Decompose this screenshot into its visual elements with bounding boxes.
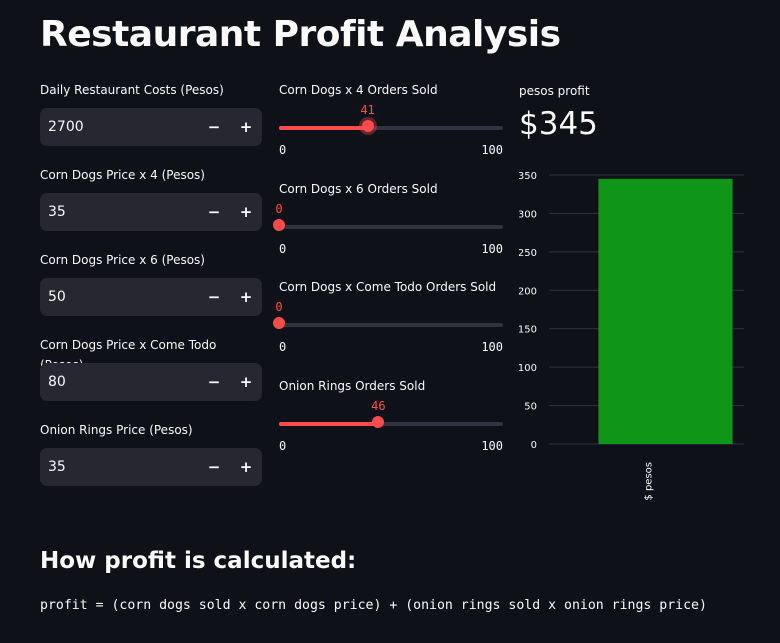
slider-value: 0 — [275, 300, 283, 314]
slider-thumb[interactable] — [273, 218, 285, 231]
daily-costs-field: Daily Restaurant Costs (Pesos) 2700 − + — [40, 80, 262, 165]
section-heading: How profit is calculated: — [40, 548, 357, 574]
corn-dogs-come-todo-orders-slider: Corn Dogs x Come Todo Orders Sold 0 0 10… — [273, 277, 503, 376]
field-label: Daily Restaurant Costs (Pesos) — [40, 83, 224, 97]
slider-min-label: 0 — [279, 241, 287, 256]
increment-button[interactable]: + — [230, 108, 262, 146]
slider-min-label: 0 — [279, 340, 287, 354]
chart-y-tick-label: 350 — [519, 171, 537, 182]
chart-y-tick-label: 100 — [519, 363, 537, 374]
decrement-button[interactable]: − — [198, 448, 230, 486]
slider-max-label: 100 — [481, 438, 503, 453]
slider-value: 41 — [360, 103, 375, 117]
slider-label: Onion Rings Orders Sold — [279, 378, 426, 393]
slider-label: Corn Dogs x 6 Orders Sold — [279, 181, 438, 196]
corn-dogs-x6-price-field: Corn Dogs Price x 6 (Pesos) 50 − + — [40, 250, 262, 335]
chart-y-tick-label: 150 — [519, 325, 537, 336]
corn-dogs-x4-price-input[interactable]: 35 − + — [40, 193, 262, 231]
slider-area: 46 0 100 — [279, 396, 503, 466]
field-label: Corn Dogs Price x 4 (Pesos) — [40, 168, 205, 182]
input-value[interactable]: 80 — [40, 374, 198, 390]
slider-track[interactable] — [279, 421, 503, 426]
input-value[interactable]: 2700 — [40, 119, 198, 135]
slider-max-label: 100 — [481, 340, 503, 354]
chart-y-tick-label: 0 — [531, 440, 537, 451]
chart-y-tick-label: 250 — [519, 248, 537, 259]
input-value[interactable]: 50 — [40, 289, 198, 305]
onion-rings-price-field: Onion Rings Price (Pesos) 35 − + — [40, 420, 262, 505]
field-label: Onion Rings Price (Pesos) — [40, 423, 193, 437]
onion-rings-price-input[interactable]: 35 − + — [40, 448, 262, 486]
decrement-button[interactable]: − — [198, 108, 230, 146]
slider-thumb[interactable] — [361, 120, 374, 132]
slider-max-label: 100 — [481, 143, 503, 157]
slider-label: Corn Dogs x Come Todo Orders Sold — [279, 280, 497, 294]
profit-formula: profit = (corn dogs sold x corn dogs pri… — [40, 598, 707, 613]
page-title: Restaurant Profit Analysis — [40, 14, 561, 55]
decrement-button[interactable]: − — [198, 278, 230, 316]
chart-y-tick-label: 50 — [524, 402, 537, 413]
slider-fill — [279, 126, 368, 130]
slider-thumb[interactable] — [372, 415, 385, 428]
profit-column: pesos profit $345 0 50 100 150 200 250 300 350 $… — [519, 80, 749, 500]
input-value[interactable]: 35 — [40, 459, 198, 475]
field-label: Corn Dogs Price x 6 (Pesos) — [40, 253, 205, 267]
orders-sliders-column: Corn Dogs x 4 Orders Sold 41 0 100 Corn … — [273, 80, 503, 475]
cost-inputs-column: Daily Restaurant Costs (Pesos) 2700 − + … — [40, 80, 262, 505]
slider-max-label: 100 — [481, 241, 503, 256]
slider-label: Corn Dogs x 4 Orders Sold — [279, 83, 438, 97]
daily-costs-input[interactable]: 2700 − + — [40, 108, 262, 146]
corn-dogs-come-todo-price-input[interactable]: 80 − + — [40, 363, 262, 401]
field-label: Corn Dogs Price x Come Todo (Pesos) — [40, 338, 217, 372]
slider-track[interactable] — [279, 323, 503, 327]
chart-y-tick-label: 200 — [519, 286, 537, 297]
metric-value: $345 — [519, 106, 598, 142]
input-value[interactable]: 35 — [40, 204, 198, 220]
metric-label: pesos profit — [519, 84, 590, 98]
profit-bar-chart[interactable]: 0 50 100 150 200 250 300 350 $ pesos — [519, 160, 749, 500]
corn-dogs-come-todo-price-field: Corn Dogs Price x Come Todo (Pesos) 80 −… — [40, 335, 262, 420]
slider-value: 46 — [371, 398, 386, 413]
slider-value: 0 — [275, 201, 283, 216]
increment-button[interactable]: + — [230, 193, 262, 231]
slider-fill — [279, 421, 379, 426]
slider-area: 0 0 100 — [273, 199, 503, 269]
decrement-button[interactable]: − — [198, 193, 230, 231]
slider-track[interactable] — [279, 126, 503, 130]
chart-bar — [598, 178, 733, 444]
onion-rings-orders-slider: Onion Rings Orders Sold 46 0 100 — [279, 376, 503, 475]
increment-button[interactable]: + — [230, 448, 262, 486]
corn-dogs-x4-orders-slider: Corn Dogs x 4 Orders Sold 41 0 100 — [279, 80, 503, 179]
corn-dogs-x4-price-field: Corn Dogs Price x 4 (Pesos) 35 − + — [40, 165, 262, 250]
slider-min-label: 0 — [279, 438, 287, 453]
corn-dogs-x6-price-input[interactable]: 50 − + — [40, 278, 262, 316]
slider-track[interactable] — [279, 224, 503, 229]
chart-y-tick-label: 300 — [519, 209, 537, 220]
increment-button[interactable]: + — [230, 363, 262, 401]
decrement-button[interactable]: − — [198, 363, 230, 401]
corn-dogs-x6-orders-slider: Corn Dogs x 6 Orders Sold 0 0 100 — [273, 179, 503, 278]
slider-area: 41 0 100 — [279, 100, 503, 170]
slider-min-label: 0 — [279, 143, 287, 157]
slider-thumb[interactable] — [273, 317, 285, 329]
slider-area: 0 0 100 — [273, 297, 503, 367]
increment-button[interactable]: + — [230, 278, 262, 316]
chart-x-tick-label: $ pesos — [644, 462, 655, 500]
